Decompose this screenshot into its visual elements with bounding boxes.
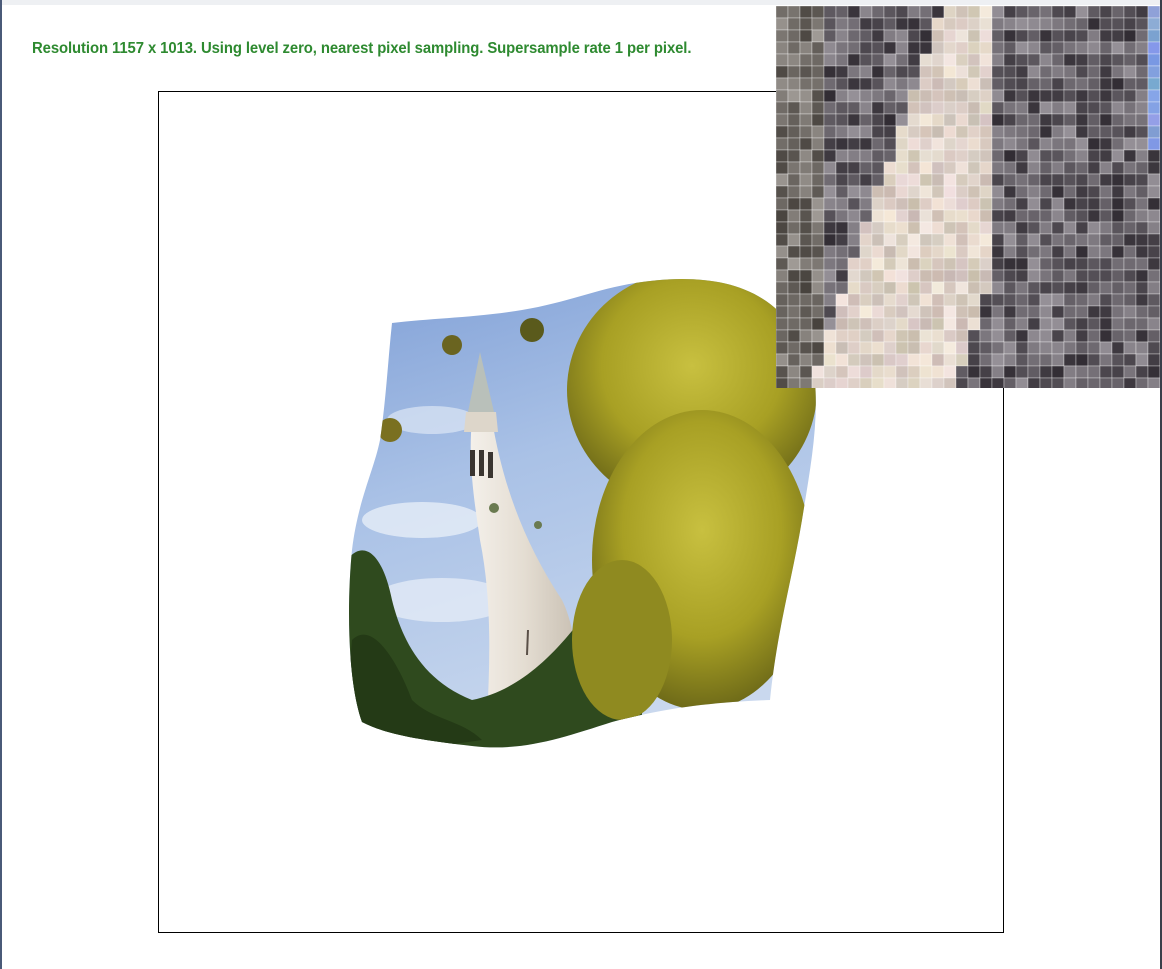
zoom-pixel-grid: [776, 6, 1161, 388]
zoom-inset: [776, 6, 1161, 388]
window-top-strip: [2, 0, 1162, 5]
app-window: Resolution 1157 x 1013. Using level zero…: [0, 0, 1162, 969]
status-text: Resolution 1157 x 1013. Using level zero…: [32, 40, 692, 57]
